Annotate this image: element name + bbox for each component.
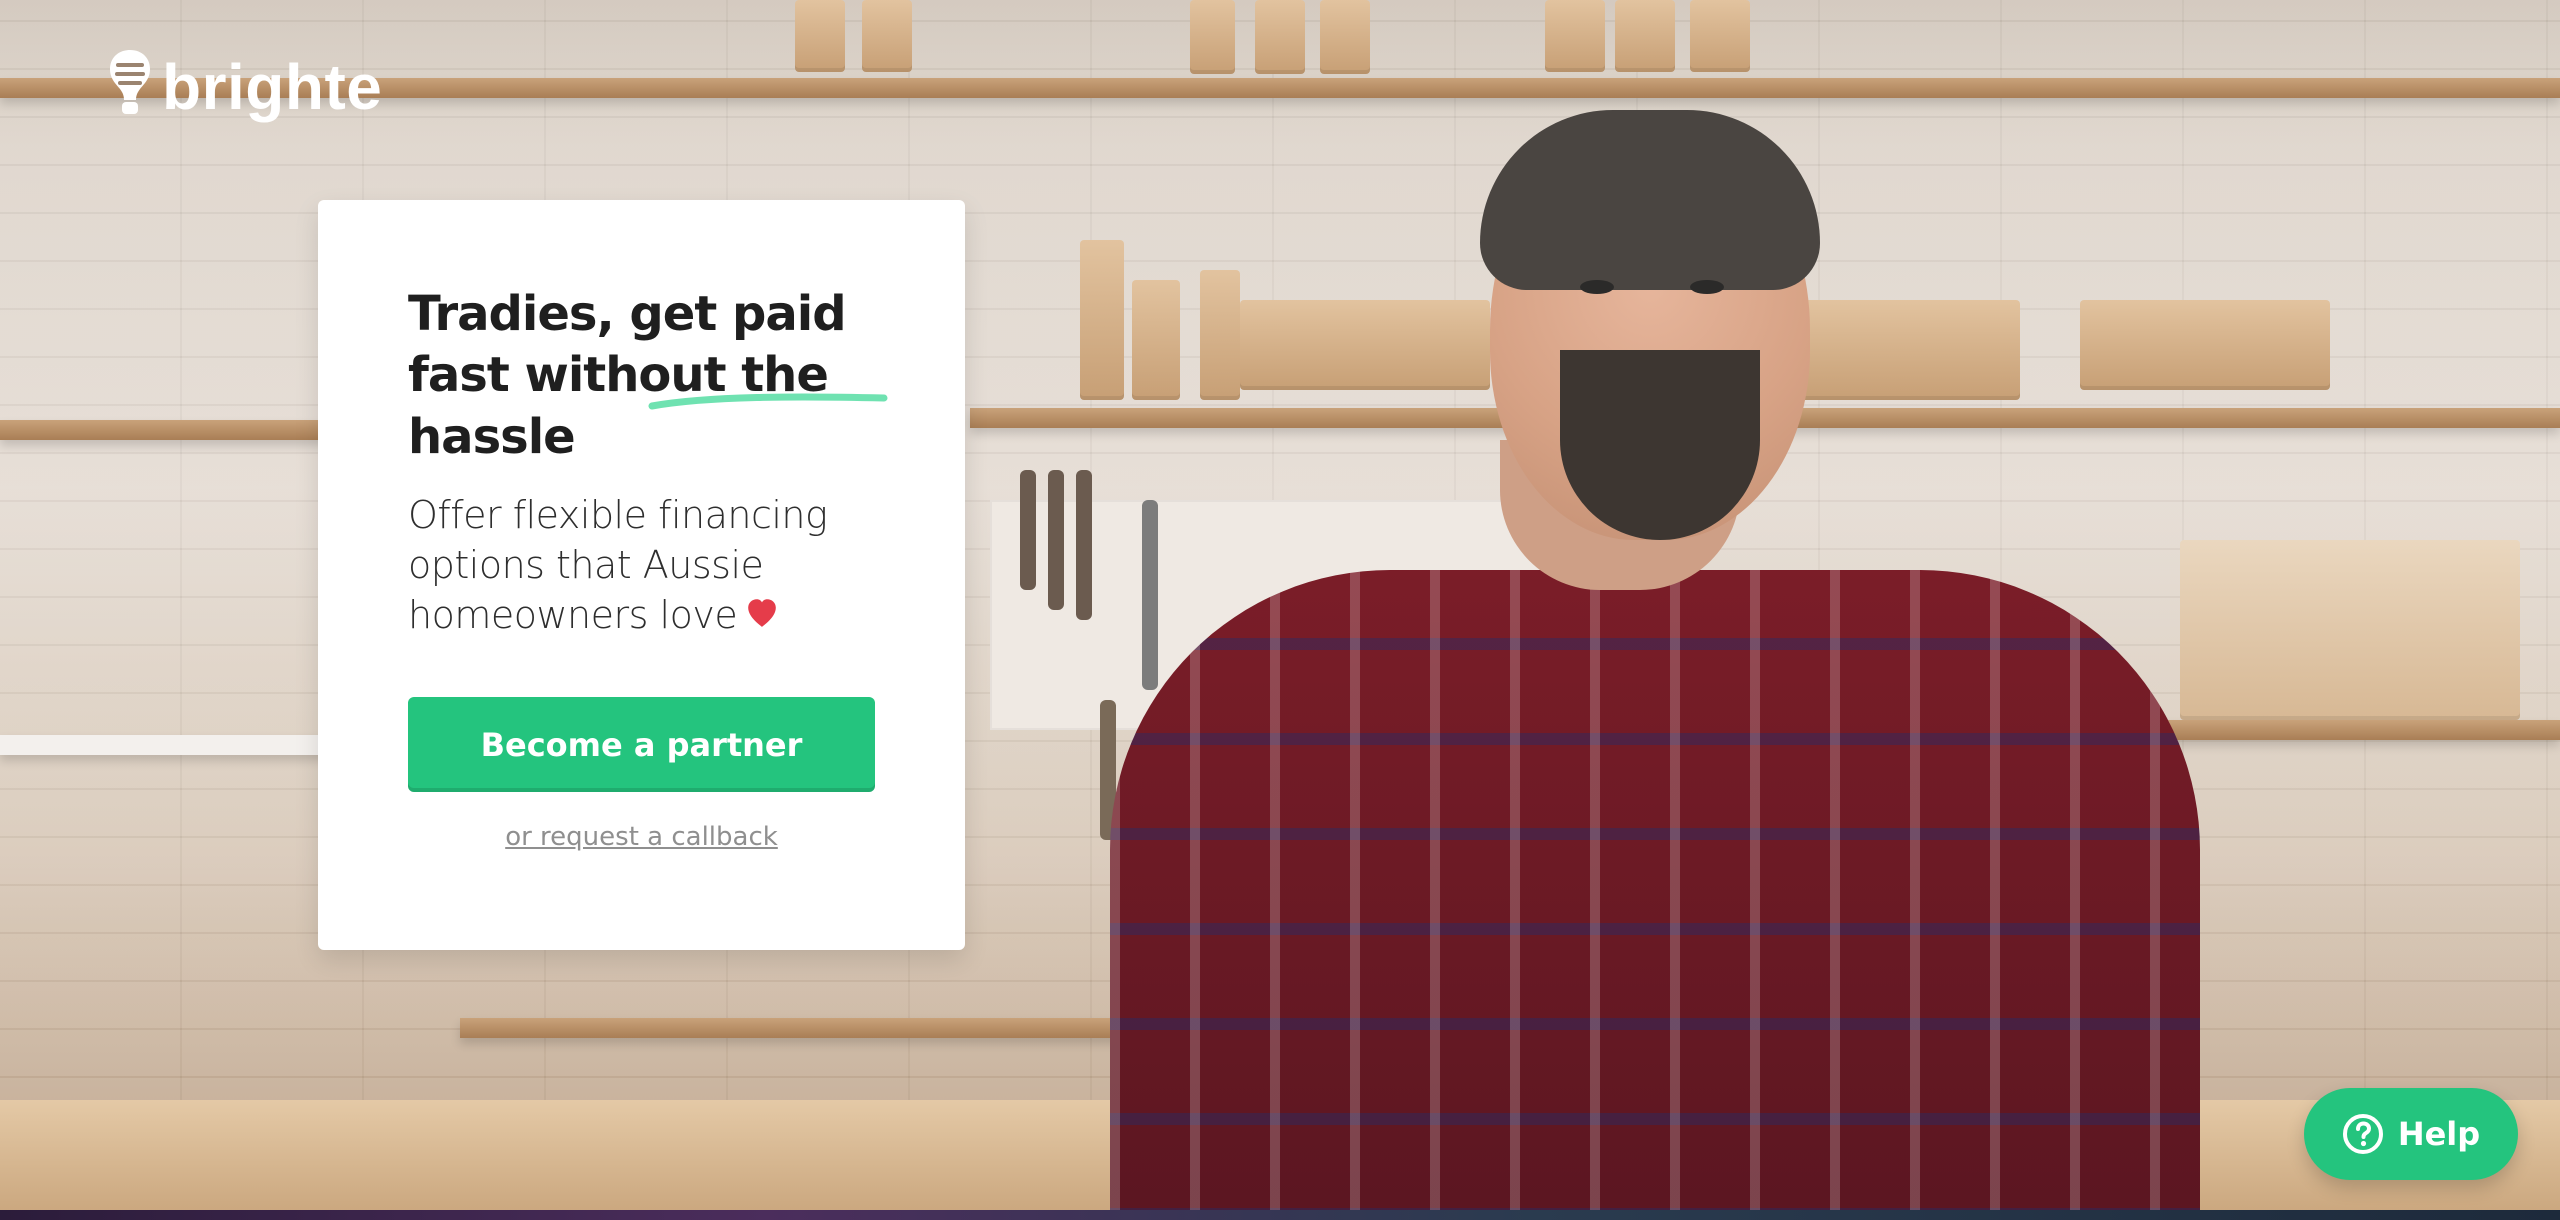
- hair: [1480, 110, 1820, 290]
- hero-headline: Tradies, get paid fast without the hassl…: [408, 286, 847, 465]
- wood-block: [862, 0, 912, 72]
- lightbulb-icon: [110, 50, 150, 114]
- eye: [1690, 280, 1724, 294]
- eye: [1580, 280, 1614, 294]
- headline-underline-swoosh: [648, 393, 888, 410]
- wood-block: [795, 0, 845, 72]
- chisel: [1020, 470, 1036, 590]
- shelf: [0, 420, 330, 440]
- become-partner-button[interactable]: Become a partner: [408, 697, 875, 792]
- chisel: [1076, 470, 1092, 620]
- wood-block: [1190, 0, 1235, 74]
- page: brighte Tradies, get paid fast without t…: [0, 0, 2560, 1220]
- plaid-shirt: [1110, 570, 2200, 1220]
- help-label: Help: [2397, 1115, 2481, 1153]
- wood-block: [2180, 540, 2520, 720]
- heart-icon: [748, 599, 777, 628]
- wood-block: [1690, 0, 1750, 72]
- wood-block: [1320, 0, 1370, 74]
- wood-block: [1545, 0, 1605, 72]
- question-circle-icon: [2342, 1114, 2383, 1154]
- help-button[interactable]: Help: [2304, 1088, 2518, 1180]
- shelf: [0, 735, 330, 755]
- request-callback-link[interactable]: or request a callback: [408, 822, 875, 852]
- bottom-stripe: [0, 1210, 2560, 1220]
- wood-block: [1615, 0, 1675, 72]
- logo-text: brighte: [162, 51, 383, 123]
- shelf: [0, 78, 2560, 98]
- hero-subtext: Offer flexible financing options that Au…: [408, 490, 878, 640]
- wood-block: [1255, 0, 1305, 74]
- brighte-logo[interactable]: brighte: [108, 48, 383, 123]
- hero-card: Tradies, get paid fast without the hassl…: [318, 200, 965, 950]
- chisel: [1048, 470, 1064, 610]
- man-photo: [1110, 110, 2200, 1220]
